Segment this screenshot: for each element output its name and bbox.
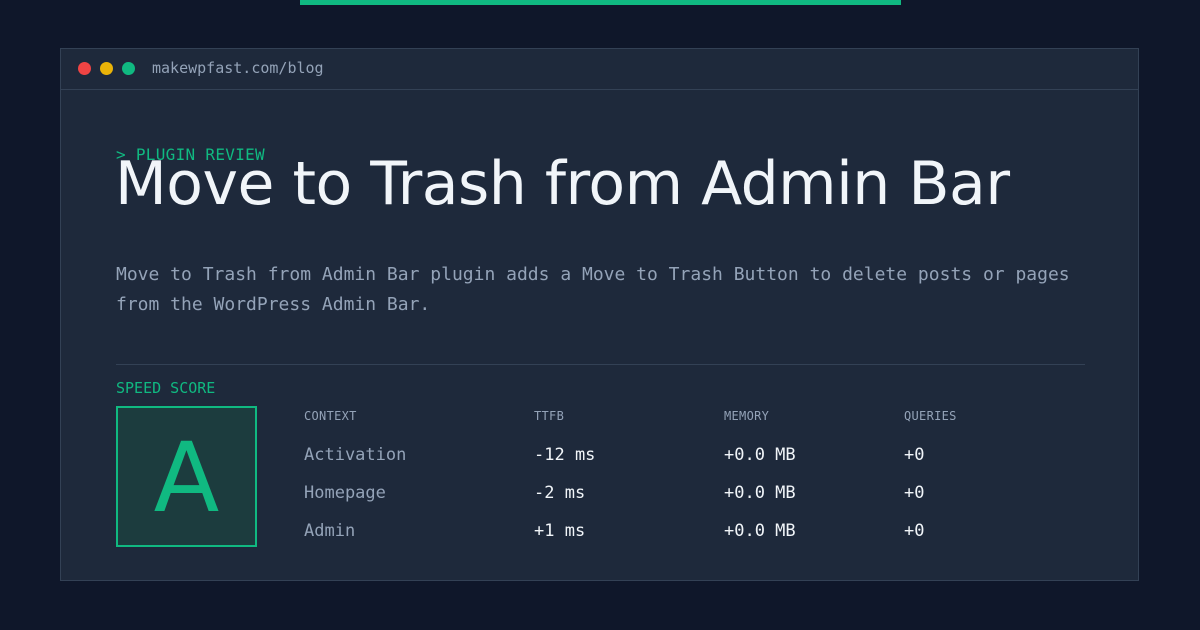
column-header-context: CONTEXT	[304, 409, 357, 423]
row-memory-cell: +0.0 MB	[724, 483, 796, 503]
page-title: Move to Trash from Admin Bar	[115, 149, 1010, 219]
row-memory-cell: +0.0 MB	[724, 445, 796, 465]
window-titlebar: makewpfast.com/blog	[61, 49, 1138, 90]
section-divider	[116, 364, 1085, 365]
window-url: makewpfast.com/blog	[152, 59, 324, 77]
browser-window: makewpfast.com/blog > PLUGIN REVIEW Move…	[60, 48, 1139, 581]
row-ttfb-cell: -12 ms	[534, 445, 596, 465]
row-ttfb-cell: +1 ms	[534, 521, 586, 541]
row-queries-cell: +0	[904, 445, 925, 465]
row-queries-cell: +0	[904, 483, 925, 503]
plugin-description: Move to Trash from Admin Bar plugin adds…	[116, 264, 1070, 315]
column-header-ttfb: TTFB	[534, 409, 565, 423]
top-accent-bar	[300, 0, 901, 5]
maximize-dot-icon	[122, 62, 135, 75]
row-context-cell: Activation	[304, 445, 407, 465]
row-memory-cell: +0.0 MB	[724, 521, 796, 541]
speed-score-grade: A	[153, 421, 220, 534]
speed-score-label: SPEED SCORE	[116, 379, 216, 397]
row-context-cell: Homepage	[304, 483, 386, 503]
column-header-queries: QUERIES	[904, 409, 957, 423]
row-queries-cell: +0	[904, 521, 925, 541]
speed-score-badge: A	[116, 406, 257, 547]
row-ttfb-cell: -2 ms	[534, 483, 586, 503]
column-header-memory: MEMORY	[724, 409, 770, 423]
minimize-dot-icon	[100, 62, 113, 75]
close-dot-icon	[78, 62, 91, 75]
row-context-cell: Admin	[304, 521, 356, 541]
